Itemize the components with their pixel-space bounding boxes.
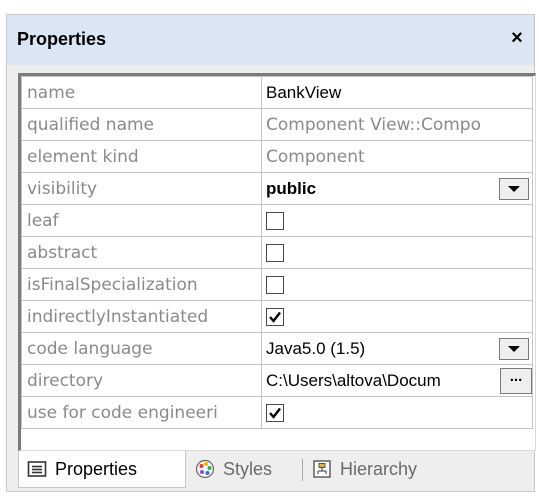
is-final-specialization-checkbox[interactable]	[266, 276, 284, 295]
indirectly-instantiated-cell	[261, 300, 533, 333]
checkmark-icon	[269, 407, 281, 419]
use-for-code-engineering-cell	[261, 396, 533, 429]
property-label: abstract	[21, 236, 262, 269]
property-row-visibility: visibility public	[21, 172, 533, 205]
property-label: code language	[21, 332, 262, 365]
tab-properties-label: Properties	[55, 458, 138, 479]
directory-value[interactable]: C:\Users\altova\Docum	[266, 371, 441, 391]
properties-window: Properties × name BankView qualified nam…	[6, 14, 536, 492]
property-row-qualified-name: qualified name Component View::Compo	[21, 108, 533, 141]
property-label: indirectlyInstantiated	[21, 300, 262, 333]
qualified-name-value: Component View::Compo	[261, 108, 533, 141]
property-row-is-final-specialization: isFinalSpecialization	[21, 268, 533, 301]
close-icon[interactable]: ×	[506, 25, 528, 51]
visibility-select[interactable]: public	[261, 172, 533, 205]
tab-separator	[302, 459, 303, 481]
property-label: directory	[21, 364, 262, 397]
property-grid: name BankView qualified name Component V…	[18, 73, 536, 451]
element-kind-value: Component	[261, 140, 533, 173]
visibility-value[interactable]: public	[266, 179, 316, 199]
abstract-checkbox[interactable]	[266, 244, 284, 263]
use-for-code-engineering-checkbox[interactable]	[266, 404, 284, 423]
leaf-cell	[261, 204, 533, 237]
name-field[interactable]: BankView	[261, 76, 533, 109]
property-label: leaf	[21, 204, 262, 237]
property-row-leaf: leaf	[21, 204, 533, 237]
property-row-use-for-code-engineering: use for code engineeri	[21, 396, 533, 429]
indirectly-instantiated-checkbox[interactable]	[266, 308, 284, 327]
code-language-value[interactable]: Java5.0 (1.5)	[266, 339, 365, 359]
tab-hierarchy-label: Hierarchy	[340, 458, 418, 479]
window-title: Properties	[17, 29, 107, 49]
name-value[interactable]: BankView	[266, 83, 341, 103]
property-label: qualified name	[21, 108, 262, 141]
property-label: isFinalSpecialization	[21, 268, 262, 301]
property-row-element-kind: element kind Component	[21, 140, 533, 173]
palette-icon	[195, 459, 215, 479]
tab-bar: Properties Styles Hierarchy	[18, 451, 532, 491]
checkmark-icon	[269, 311, 281, 323]
property-label: visibility	[21, 172, 262, 205]
leaf-checkbox[interactable]	[266, 212, 284, 231]
property-row-code-language: code language Java5.0 (1.5)	[21, 332, 533, 365]
property-row-abstract: abstract	[21, 236, 533, 269]
property-row-directory: directory C:\Users\altova\Docum ...	[21, 364, 533, 397]
browse-button[interactable]: ...	[500, 368, 532, 394]
title-bar[interactable]: Properties ×	[7, 15, 534, 65]
code-language-dropdown-button[interactable]	[499, 338, 529, 360]
directory-field[interactable]: C:\Users\altova\Docum ...	[261, 364, 533, 397]
hierarchy-icon	[312, 459, 332, 479]
property-label: name	[21, 76, 262, 109]
abstract-cell	[261, 236, 533, 269]
tab-styles[interactable]: Styles	[195, 451, 295, 487]
is-final-specialization-cell	[261, 268, 533, 301]
tab-properties[interactable]: Properties	[18, 451, 186, 488]
property-row-name: name BankView	[21, 76, 533, 109]
property-row-indirectly-instantiated: indirectlyInstantiated	[21, 300, 533, 333]
property-label: element kind	[21, 140, 262, 173]
visibility-dropdown-button[interactable]	[499, 178, 529, 200]
tab-styles-label: Styles	[223, 458, 273, 479]
properties-icon	[27, 459, 47, 479]
property-label: use for code engineeri	[21, 396, 262, 429]
tab-hierarchy[interactable]: Hierarchy	[312, 451, 462, 487]
code-language-select[interactable]: Java5.0 (1.5)	[261, 332, 533, 365]
